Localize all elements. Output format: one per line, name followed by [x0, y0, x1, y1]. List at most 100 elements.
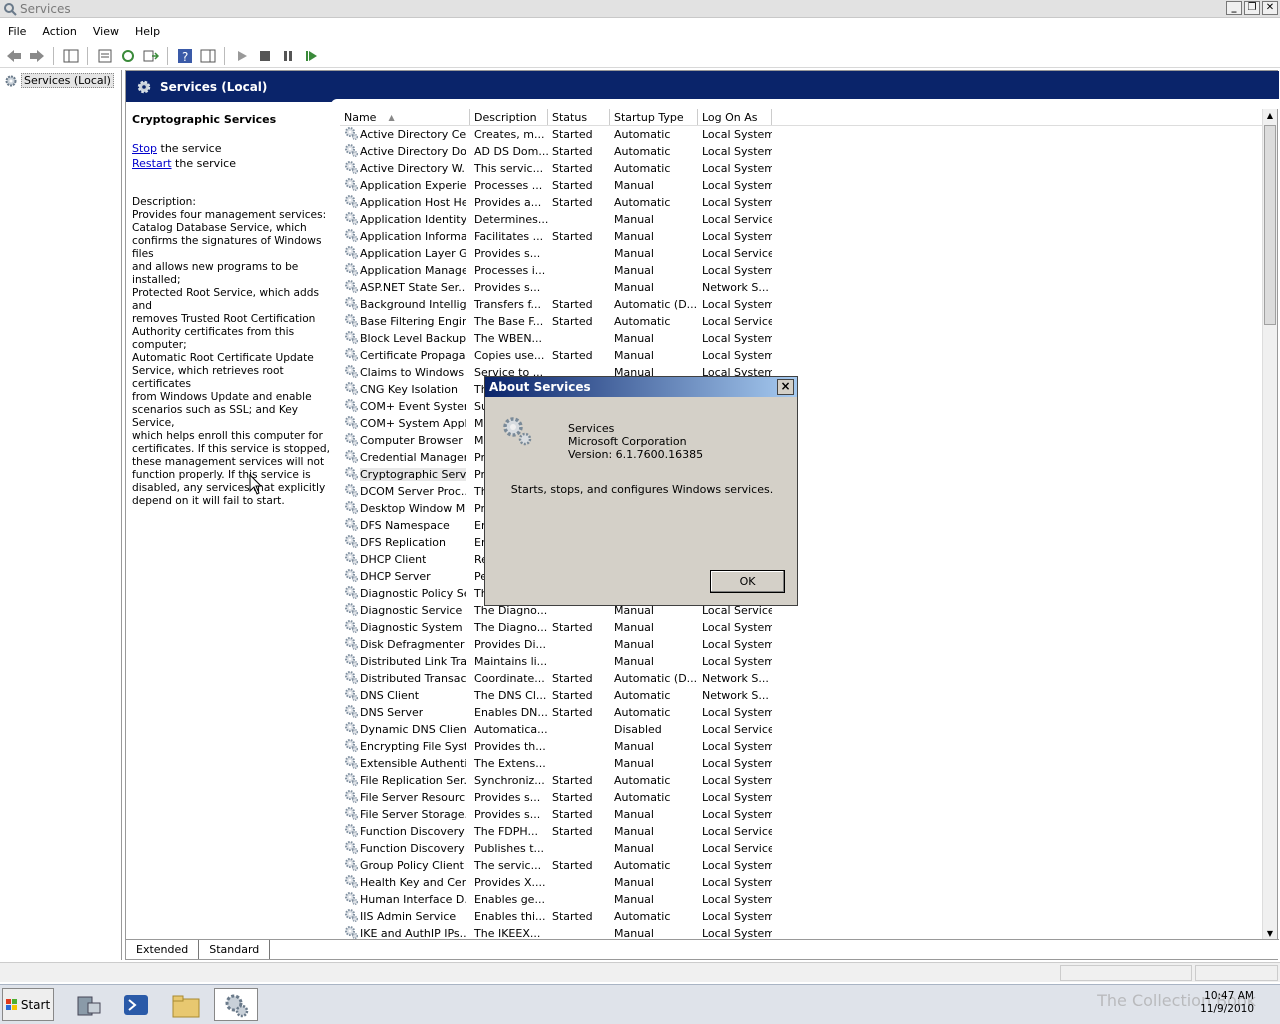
table-row[interactable]: Application Host He... Provides a... Start… — [340, 194, 1265, 211]
table-row[interactable]: Diagnostic Policy Se...Th — [340, 585, 1265, 602]
service-name: CNG Key Isolation — [360, 383, 458, 396]
start-service-button[interactable] — [232, 46, 251, 65]
table-row[interactable]: Disk Defragmenter Provides Di... Manual Loc… — [340, 636, 1265, 653]
table-row[interactable]: File Replication Ser... Synchroniz... Star… — [340, 772, 1265, 789]
service-name: Extensible Authenti... — [360, 757, 466, 770]
table-row[interactable]: Function Discovery ... The FDPH... Started… — [340, 823, 1265, 840]
table-row[interactable]: DNS Client The DNS Cl... Started Automatic N… — [340, 687, 1265, 704]
close-button[interactable]: ✕ — [1262, 1, 1278, 15]
forward-button[interactable] — [27, 46, 46, 65]
stop-service-link[interactable]: Stop — [132, 142, 157, 155]
restore-button[interactable]: ❐ — [1244, 1, 1260, 15]
column-header-description[interactable]: Description — [470, 109, 548, 125]
table-row[interactable]: Active Directory Do... AD DS Dom... Starte… — [340, 143, 1265, 160]
table-row[interactable]: Health Key and Cer... Provides X.... Manua… — [340, 874, 1265, 891]
column-header-name[interactable]: Name ▲ — [340, 109, 470, 125]
table-row[interactable]: Active Directory W... This servic... Start… — [340, 160, 1265, 177]
minimize-button[interactable]: _ — [1226, 1, 1242, 15]
table-row[interactable]: Diagnostic System ... The Diagno... Starte… — [340, 619, 1265, 636]
table-row[interactable]: Distributed Transac... Coordinate... Start… — [340, 670, 1265, 687]
table-row[interactable]: Application Manage... Processes i... Manua… — [340, 262, 1265, 279]
service-startup-type-cell: Automatic — [614, 196, 671, 209]
taskbar-services[interactable] — [214, 988, 258, 1021]
table-row[interactable]: Group Policy Client The servic... Started A… — [340, 857, 1265, 874]
export-list-button[interactable] — [141, 46, 160, 65]
restart-service-link[interactable]: Restart — [132, 157, 172, 170]
tab-extended[interactable]: Extended — [126, 940, 200, 959]
vertical-scrollbar[interactable]: ▲ ▼ — [1262, 109, 1277, 941]
start-button[interactable]: Start — [2, 988, 54, 1021]
table-row[interactable]: Function Discovery ... Publishes t... Manu… — [340, 840, 1265, 857]
column-header-status[interactable]: Status — [548, 109, 610, 125]
table-row[interactable]: IIS Admin Service Enables thi... Started Au… — [340, 908, 1265, 925]
scroll-up-icon[interactable]: ▲ — [1265, 111, 1275, 121]
menu-view[interactable]: View — [85, 22, 127, 42]
table-row[interactable]: Application Informa... Facilitates ... Sta… — [340, 228, 1265, 245]
table-row[interactable]: Extensible Authenti... The Extens... Manua… — [340, 755, 1265, 772]
ok-button[interactable]: OK — [710, 570, 785, 593]
table-row[interactable]: CNG Key Isolation Th — [340, 381, 1265, 398]
table-row[interactable]: Application Experie... Processes ... Start… — [340, 177, 1265, 194]
table-row[interactable]: Base Filtering Engine The Base F... Starte… — [340, 313, 1265, 330]
refresh-button[interactable] — [118, 46, 137, 65]
taskbar-explorer[interactable] — [164, 988, 208, 1021]
table-row[interactable]: Human Interface D... Enables ge... Manual L… — [340, 891, 1265, 908]
show-action-pane-button[interactable] — [198, 46, 217, 65]
service-gear-icon — [344, 806, 358, 823]
column-header-log-on-as[interactable]: Log On As — [698, 109, 772, 125]
service-gear-icon — [344, 602, 358, 619]
service-log-on-as-cell: Network S... — [702, 281, 769, 294]
table-row[interactable]: DFS Namespace Er — [340, 517, 1265, 534]
table-row[interactable]: Diagnostic Service ... The Diagno... Manua… — [340, 602, 1265, 619]
table-row[interactable]: DNS Server Enables DN... Started Automatic L… — [340, 704, 1265, 721]
tree-item-services-local[interactable]: Services (Local) — [0, 70, 121, 91]
table-row[interactable]: ASP.NET State Ser... Provides s... Manual N… — [340, 279, 1265, 296]
help-button[interactable]: ? — [175, 46, 194, 65]
back-button[interactable] — [4, 46, 23, 65]
table-row[interactable]: Certificate Propaga... Copies use... Start… — [340, 347, 1265, 364]
table-row[interactable]: Distributed Link Tra... Maintains li... Ma… — [340, 653, 1265, 670]
scroll-down-icon[interactable]: ▼ — [1265, 929, 1275, 939]
table-row[interactable]: COM+ System Appl...M — [340, 415, 1265, 432]
service-name: Active Directory Ce... — [360, 128, 466, 141]
table-row[interactable]: DFS Replication Er — [340, 534, 1265, 551]
restart-service-button[interactable] — [301, 46, 320, 65]
taskbar-powershell[interactable] — [114, 988, 158, 1021]
table-row[interactable]: File Server Storage... Provides s... Start… — [340, 806, 1265, 823]
scroll-thumb[interactable] — [1264, 125, 1276, 325]
table-row[interactable]: Dynamic DNS Client Automatica... Disabled L… — [340, 721, 1265, 738]
pause-service-button[interactable] — [278, 46, 297, 65]
table-row[interactable]: COM+ Event System Su — [340, 398, 1265, 415]
table-row[interactable]: Block Level Backup ... The WBEN... Manual L… — [340, 330, 1265, 347]
show-hide-console-tree-button[interactable] — [61, 46, 80, 65]
table-row[interactable]: Claims to Windows ...Service to ...Manua… — [340, 364, 1265, 381]
menu-file[interactable]: File — [0, 22, 34, 42]
table-row[interactable]: Credential Manager Pr — [340, 449, 1265, 466]
table-row[interactable]: File Server Resourc... Provides s... Start… — [340, 789, 1265, 806]
column-header-startup-type[interactable]: Startup Type — [610, 109, 698, 125]
menu-help[interactable]: Help — [127, 22, 168, 42]
properties-button[interactable] — [95, 46, 114, 65]
table-row[interactable]: DHCP Server Pe — [340, 568, 1265, 585]
table-row[interactable]: Desktop Window M... Pr — [340, 500, 1265, 517]
table-row[interactable]: Encrypting File Syst... Provides th... Man… — [340, 738, 1265, 755]
dialog-close-button[interactable]: × — [777, 379, 794, 395]
service-log-on-as-cell: Local Service — [702, 825, 772, 838]
table-row[interactable]: DHCP Client Re — [340, 551, 1265, 568]
menu-action[interactable]: Action — [34, 22, 84, 42]
stop-service-button[interactable] — [255, 46, 274, 65]
tab-standard[interactable]: Standard — [199, 940, 271, 959]
table-row[interactable]: Computer Browser M — [340, 432, 1265, 449]
system-clock[interactable]: 10:47 AM 11/9/2010 — [1200, 990, 1254, 1016]
table-row[interactable]: Active Directory Ce... Creates, m... Start… — [340, 126, 1265, 143]
table-row[interactable]: Cryptographic Serv... Pr — [340, 466, 1265, 483]
table-row[interactable]: Background Intellig... Transfers f... Star… — [340, 296, 1265, 313]
table-row[interactable]: Application Layer G... Provides s... Manua… — [340, 245, 1265, 262]
service-description-cell: The Extens... — [474, 757, 546, 770]
taskbar-server-manager[interactable] — [66, 988, 110, 1021]
service-startup-type-cell: Manual — [614, 655, 654, 668]
service-gear-icon — [344, 449, 358, 466]
table-row[interactable]: Application Identity Determines... Manual L… — [340, 211, 1265, 228]
table-row[interactable]: DCOM Server Proc... Th — [340, 483, 1265, 500]
service-name: Health Key and Cer... — [360, 876, 466, 889]
